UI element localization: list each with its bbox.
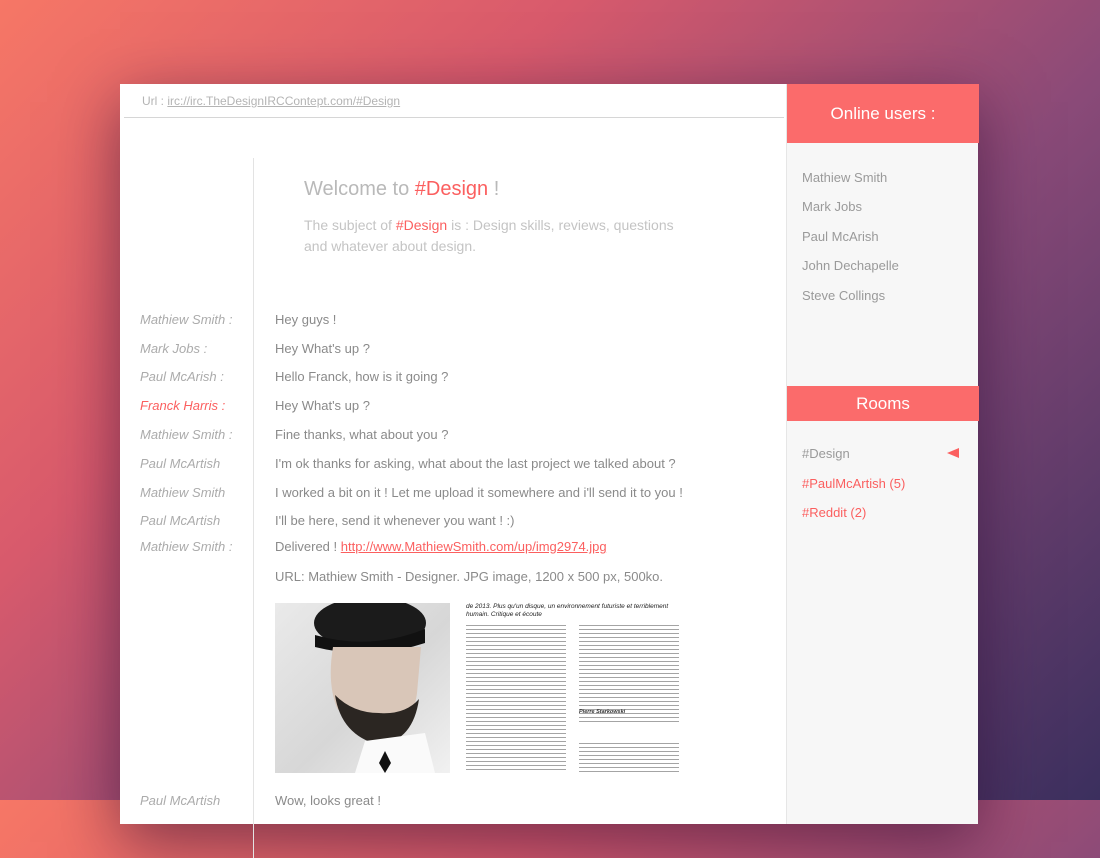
online-user-item[interactable]: John Dechapelle: [802, 258, 899, 273]
url-bar: Url : irc://irc.TheDesignIRCContept.com/…: [124, 84, 784, 118]
message-text: Hello Franck, how is it going ?: [275, 369, 449, 384]
irc-window: Url : irc://irc.TheDesignIRCContept.com/…: [120, 84, 979, 858]
chat-panel: Url : irc://irc.TheDesignIRCContept.com/…: [120, 84, 786, 858]
message-nick[interactable]: Paul McArtish: [140, 793, 250, 808]
message-text: Fine thanks, what about you ?: [275, 427, 449, 442]
message-text: Delivered ! http://www.MathiewSmith.com/…: [275, 539, 607, 554]
message-text: I worked a bit on it ! Let me upload it …: [275, 485, 683, 500]
message-nick[interactable]: Mathiew Smith :: [140, 539, 250, 554]
message-nick[interactable]: Paul McArtish: [140, 456, 250, 471]
link-info: URL: Mathiew Smith - Designer. JPG image…: [275, 569, 664, 584]
magazine-article: de 2013. Plus qu'un disque, un environne…: [466, 603, 679, 773]
image-preview[interactable]: de 2013. Plus qu'un disque, un environne…: [275, 603, 679, 773]
online-user-item[interactable]: Mathiew Smith: [802, 170, 887, 185]
message-text: Wow, looks great !: [275, 793, 381, 808]
article-signature: Pierre Starkowski: [579, 709, 626, 715]
message-text: I'm ok thanks for asking, what about the…: [275, 456, 676, 471]
message-text: Hey What's up ?: [275, 398, 370, 413]
welcome-block: Welcome to #Design ! The subject of #Des…: [304, 178, 684, 257]
room-item[interactable]: #Design: [802, 446, 850, 461]
portrait-photo: [275, 603, 450, 773]
message-nick[interactable]: Paul McArtish: [140, 513, 250, 528]
message-nick[interactable]: Mathiew Smith :: [140, 427, 250, 442]
message-nick[interactable]: Mathiew Smith :: [140, 312, 250, 327]
message-text: I'll be here, send it whenever you want …: [275, 513, 515, 528]
message-text: Hey What's up ?: [275, 341, 370, 356]
welcome-title: Welcome to #Design !: [304, 178, 684, 201]
welcome-channel: #Design: [414, 178, 489, 200]
delivered-link[interactable]: http://www.MathiewSmith.com/up/img2974.j…: [341, 539, 607, 554]
room-item[interactable]: #PaulMcArtish (5): [802, 476, 905, 491]
online-user-item[interactable]: Steve Collings: [802, 288, 885, 303]
article-columns: [466, 625, 679, 773]
online-user-item[interactable]: Paul McArish: [802, 229, 879, 244]
message-nick[interactable]: Franck Harris :: [140, 398, 250, 413]
online-users-header: Online users :: [787, 84, 979, 143]
online-user-item[interactable]: Mark Jobs: [802, 199, 862, 214]
message-text: Hey guys !: [275, 312, 337, 327]
welcome-prefix: Welcome to: [304, 178, 415, 200]
message-nick[interactable]: Mark Jobs :: [140, 341, 250, 356]
message-nick[interactable]: Paul McArish :: [140, 369, 250, 384]
active-room-arrow-icon: [947, 448, 959, 458]
room-item[interactable]: #Reddit (2): [802, 505, 866, 520]
url-label: Url :: [142, 94, 164, 108]
url-link[interactable]: irc://irc.TheDesignIRCContept.com/#Desig…: [167, 94, 400, 108]
welcome-suffix: !: [488, 178, 500, 200]
subject-channel: #Design: [395, 217, 448, 233]
article-header: de 2013. Plus qu'un disque, un environne…: [466, 603, 669, 618]
nick-divider: [253, 158, 254, 858]
article-column-left: [466, 625, 566, 773]
channel-subject: The subject of #Design is : Design skill…: [304, 215, 684, 257]
rooms-header: Rooms: [787, 386, 979, 421]
article-column-right-tail: [579, 743, 679, 773]
message-nick[interactable]: Mathiew Smith: [140, 485, 250, 500]
subject-prefix: The subject of: [304, 217, 396, 233]
sidebar: Online users : Mathiew Smith Mark Jobs Pau…: [786, 84, 979, 824]
delivered-prefix: Delivered !: [275, 539, 341, 554]
